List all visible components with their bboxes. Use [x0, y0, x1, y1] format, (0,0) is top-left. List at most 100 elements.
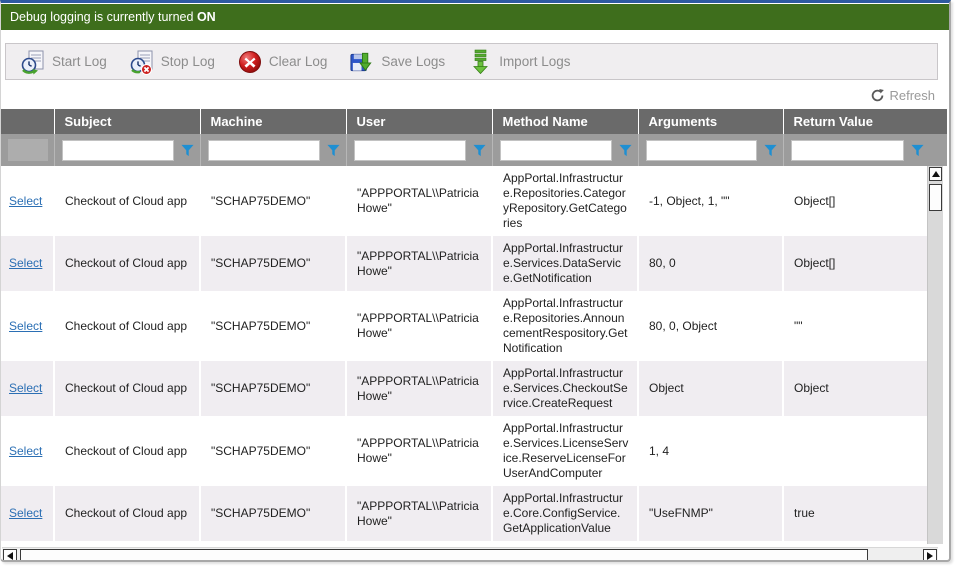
- user-cell: "APPPORTAL\\PatriciaHowe": [346, 236, 492, 291]
- log-table: Select Checkout of Cloud app "SCHAP75DEM…: [1, 166, 930, 541]
- start-log-icon: [20, 49, 46, 75]
- machine-cell: "SCHAP75DEMO": [200, 361, 346, 416]
- import-logs-label: Import Logs: [499, 54, 570, 69]
- machine-cell: "SCHAP75DEMO": [200, 486, 346, 541]
- refresh-button[interactable]: Refresh: [871, 87, 935, 103]
- filter-input-return-value[interactable]: [791, 140, 905, 161]
- filter-funnel-icon[interactable]: [764, 144, 777, 157]
- method-name-cell: AppPortal.Infrastructure.Services.Licens…: [492, 416, 638, 486]
- arguments-cell: Object: [638, 361, 783, 416]
- subject-cell: Checkout of Cloud app: [54, 486, 200, 541]
- machine-cell: "SCHAP75DEMO": [200, 166, 346, 236]
- table-row: Select Checkout of Cloud app "SCHAP75DEM…: [1, 236, 930, 291]
- column-header-return-value: Return Value: [783, 109, 930, 134]
- clear-log-button[interactable]: Clear Log: [233, 47, 332, 77]
- vertical-scrollbar[interactable]: [927, 166, 943, 544]
- select-link[interactable]: Select: [9, 194, 42, 208]
- filter-row: [1, 134, 930, 166]
- header-row: Subject Machine User Method Name Argumen…: [1, 109, 930, 134]
- select-link[interactable]: Select: [9, 319, 42, 333]
- log-table-body: Select Checkout of Cloud app "SCHAP75DEM…: [1, 166, 930, 541]
- column-header-subject: Subject: [54, 109, 200, 134]
- subject-cell: Checkout of Cloud app: [54, 236, 200, 291]
- header-filler: [930, 109, 947, 166]
- filter-funnel-icon[interactable]: [327, 144, 340, 157]
- scroll-left-button[interactable]: [3, 549, 17, 562]
- method-name-cell: AppPortal.Infrastructure.Core.ConfigServ…: [492, 486, 638, 541]
- save-logs-button[interactable]: Save Logs: [345, 47, 449, 77]
- machine-cell: "SCHAP75DEMO": [200, 291, 346, 361]
- filter-input-arguments[interactable]: [646, 140, 757, 161]
- select-link[interactable]: Select: [9, 256, 42, 270]
- left-arrow-icon: [7, 552, 13, 560]
- arguments-cell: 80, 0: [638, 236, 783, 291]
- column-header-machine: Machine: [200, 109, 346, 134]
- select-link[interactable]: Select: [9, 381, 42, 395]
- refresh-label: Refresh: [889, 88, 935, 103]
- stop-log-icon: [129, 49, 155, 75]
- return-value-cell: [783, 416, 930, 486]
- filter-funnel-icon[interactable]: [181, 144, 194, 157]
- scroll-right-button[interactable]: [923, 549, 937, 562]
- subject-cell: Checkout of Cloud app: [54, 361, 200, 416]
- import-logs-icon: [467, 49, 493, 75]
- log-toolbar: Start Log Stop Log: [5, 43, 938, 80]
- table-row: Select Checkout of Cloud app "SCHAP75DEM…: [1, 291, 930, 361]
- stop-log-button[interactable]: Stop Log: [125, 47, 219, 77]
- filter-funnel-icon[interactable]: [619, 144, 632, 157]
- filter-input-machine[interactable]: [208, 140, 320, 161]
- banner-text: Debug logging is currently turned: [10, 10, 193, 24]
- subject-cell: Checkout of Cloud app: [54, 416, 200, 486]
- log-table-viewport: Select Checkout of Cloud app "SCHAP75DEM…: [1, 166, 930, 544]
- user-cell: "APPPORTAL\\PatriciaHowe": [346, 291, 492, 361]
- user-cell: "APPPORTAL\\PatriciaHowe": [346, 361, 492, 416]
- select-link[interactable]: Select: [9, 506, 42, 520]
- clear-log-label: Clear Log: [269, 54, 328, 69]
- return-value-cell: true: [783, 486, 930, 541]
- arguments-cell: "UseFNMP": [638, 486, 783, 541]
- machine-cell: "SCHAP75DEMO": [200, 416, 346, 486]
- filter-empty-cell: [8, 139, 48, 161]
- scroll-up-button[interactable]: [929, 167, 942, 181]
- refresh-icon: [871, 89, 884, 102]
- horizontal-scroll-thumb[interactable]: [20, 549, 868, 562]
- return-value-cell: Object: [783, 361, 930, 416]
- filter-funnel-icon[interactable]: [473, 144, 486, 157]
- filter-funnel-icon[interactable]: [911, 144, 924, 157]
- start-log-label: Start Log: [52, 54, 107, 69]
- arguments-cell: 80, 0, Object: [638, 291, 783, 361]
- import-logs-button[interactable]: Import Logs: [463, 47, 574, 77]
- subject-cell: Checkout of Cloud app: [54, 166, 200, 236]
- save-logs-label: Save Logs: [381, 54, 445, 69]
- arguments-cell: -1, Object, 1, "": [638, 166, 783, 236]
- stop-log-label: Stop Log: [161, 54, 215, 69]
- method-name-cell: AppPortal.Infrastructure.Repositories.An…: [492, 291, 638, 361]
- method-name-cell: AppPortal.Infrastructure.Services.Checko…: [492, 361, 638, 416]
- right-arrow-icon: [927, 552, 933, 560]
- debug-log-panel: Debug logging is currently turned ON Sta…: [0, 0, 951, 562]
- table-row: Select Checkout of Cloud app "SCHAP75DEM…: [1, 361, 930, 416]
- select-link[interactable]: Select: [9, 444, 42, 458]
- filter-input-user[interactable]: [354, 140, 466, 161]
- return-value-cell: "": [783, 291, 930, 361]
- start-log-button[interactable]: Start Log: [16, 47, 111, 77]
- log-table-header: Subject Machine User Method Name Argumen…: [1, 109, 930, 166]
- arguments-cell: 1, 4: [638, 416, 783, 486]
- user-cell: "APPPORTAL\\PatriciaHowe": [346, 166, 492, 236]
- machine-cell: "SCHAP75DEMO": [200, 236, 346, 291]
- horizontal-scrollbar[interactable]: [2, 547, 938, 562]
- table-row: Select Checkout of Cloud app "SCHAP75DEM…: [1, 486, 930, 541]
- subject-cell: Checkout of Cloud app: [54, 291, 200, 361]
- filter-input-subject[interactable]: [62, 140, 174, 161]
- return-value-cell: Object[]: [783, 166, 930, 236]
- column-header-user: User: [346, 109, 492, 134]
- method-name-cell: AppPortal.Infrastructure.Repositories.Ca…: [492, 166, 638, 236]
- column-header-method-name: Method Name: [492, 109, 638, 134]
- column-header-arguments: Arguments: [638, 109, 783, 134]
- banner-state: ON: [197, 10, 216, 24]
- up-arrow-icon: [932, 171, 940, 177]
- vertical-scroll-thumb[interactable]: [929, 184, 942, 211]
- table-row: Select Checkout of Cloud app "SCHAP75DEM…: [1, 166, 930, 236]
- filter-input-method-name[interactable]: [500, 140, 612, 161]
- method-name-cell: AppPortal.Infrastructure.Services.DataSe…: [492, 236, 638, 291]
